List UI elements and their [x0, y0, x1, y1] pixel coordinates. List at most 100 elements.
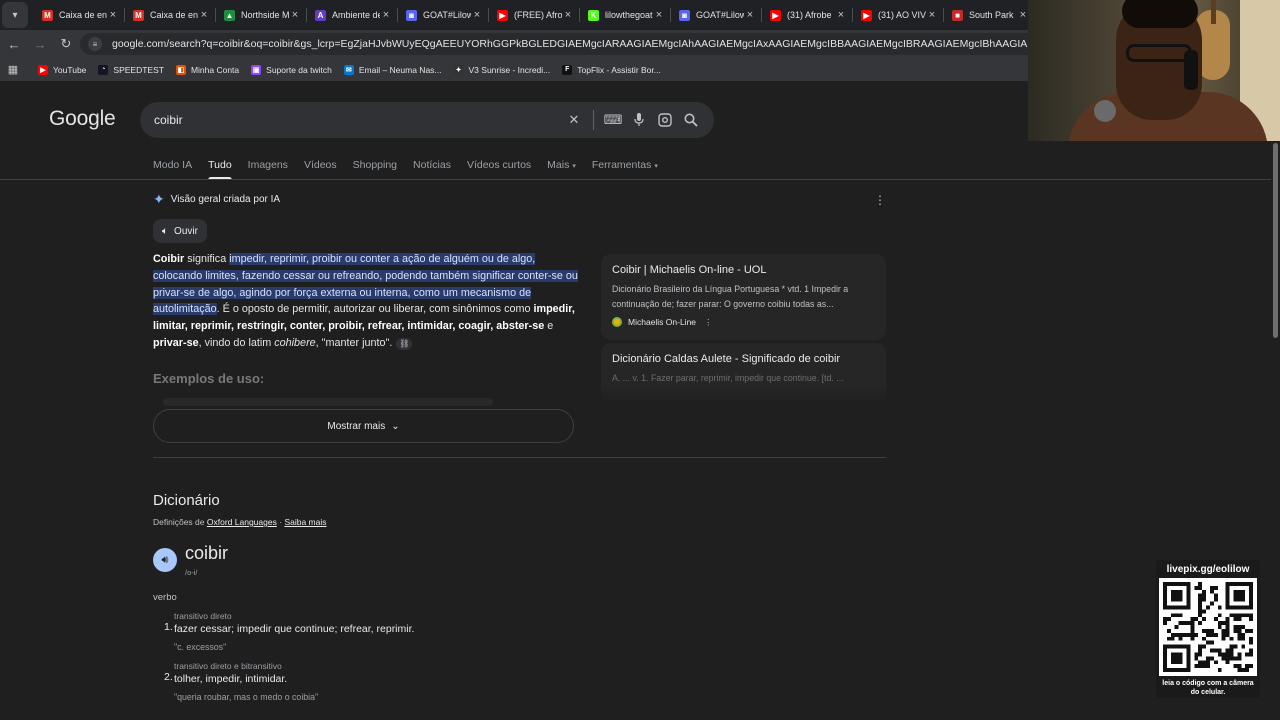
scrollbar-thumb[interactable] [1273, 143, 1278, 338]
search-tab[interactable]: Modo IA [153, 152, 192, 180]
site-info-icon[interactable]: ≡ [88, 37, 102, 51]
pronunciation-speaker-icon[interactable]: 🔊︎ [153, 548, 177, 572]
microphone-icon[interactable] [626, 102, 652, 138]
source-card[interactable]: Coibir | Michaelis On-line - UOL Dicioná… [601, 254, 886, 340]
close-tab-icon[interactable]: × [471, 9, 483, 21]
search-box-divider [593, 110, 594, 130]
definition-example: "c. excessos" [174, 642, 227, 652]
topflix-icon: F [562, 64, 573, 75]
source-separator: · [279, 517, 283, 527]
tab-title: GOAT#Lilow [423, 10, 471, 20]
search-tab[interactable]: Mais ▾ [547, 152, 576, 180]
close-tab-icon[interactable]: × [744, 9, 756, 21]
apps-grid-icon[interactable]: ▦ [0, 60, 26, 80]
close-tab-icon[interactable]: × [289, 9, 301, 21]
search-tab[interactable]: Vídeos [304, 152, 337, 180]
dropdown-caret-icon: ▾ [572, 163, 576, 170]
more-options-icon[interactable]: ⋮ [704, 317, 713, 328]
tab-title: Caixa de entrada [150, 10, 198, 20]
bookmark-label: V3 Sunrise - Incredi... [468, 64, 551, 75]
close-tab-icon[interactable]: × [653, 9, 665, 21]
bookmark-item[interactable]: F TopFlix - Assistir Bor... [556, 60, 667, 80]
close-tab-icon[interactable]: × [380, 9, 392, 21]
tab-title: GOAT#Lilow [696, 10, 744, 20]
part-of-speech: verbo [153, 592, 177, 603]
youtube-icon: ▶ [497, 9, 508, 21]
qr-url: livepix.gg/eolilow [1166, 564, 1250, 575]
bookmark-item[interactable]: ◧ Minha Conta [170, 60, 245, 80]
back-button[interactable]: ← [2, 32, 26, 56]
michaelis-favicon-icon [612, 317, 622, 328]
browser-tab[interactable]: ◙ GOAT#Lilow × [398, 0, 489, 30]
clear-icon[interactable]: ✕ [561, 102, 587, 138]
search-tab[interactable]: Imagens [248, 152, 288, 180]
browser-tab[interactable]: ▶ (FREE) Afro × [489, 0, 580, 30]
reload-button[interactable]: ↻ [54, 32, 78, 56]
ai-text-part: , vindo do latim [198, 336, 275, 349]
discord-icon: ◙ [406, 9, 417, 21]
search-tab[interactable]: Ferramentas ▾ [592, 152, 658, 180]
flag-icon: ■ [952, 9, 963, 21]
ai-text-part: significa [184, 253, 230, 265]
source-title[interactable]: Dicionário Caldas Aulete - Significado d… [612, 353, 875, 365]
show-more-button[interactable]: Mostrar mais ⌄ [153, 409, 574, 443]
keyboard-icon[interactable]: ⌨ [600, 102, 626, 138]
bookmark-item[interactable]: ✉ Email – Neuma Nas... [338, 60, 448, 80]
browser-tab[interactable]: ▲ Northside Music× [216, 0, 307, 30]
account-icon: ◧ [175, 64, 186, 75]
browser-tab[interactable]: ▶ (31) Afrobe × [762, 0, 853, 30]
listen-button[interactable]: 🔈︎ Ouvir [153, 219, 207, 243]
close-tab-icon[interactable]: × [198, 9, 210, 21]
dropdown-caret-icon: ▾ [654, 163, 658, 170]
search-tab[interactable]: Tudo [208, 152, 232, 180]
definition-number: 2. [164, 671, 173, 683]
examples-heading: Exemplos de uso: [153, 371, 265, 386]
search-box[interactable]: coibir ✕ ⌨ [140, 102, 714, 138]
youtube-icon: ▶ [770, 9, 781, 21]
page-scrollbar[interactable] [1271, 83, 1280, 720]
tab-search-dropdown[interactable]: ▾ [2, 2, 28, 28]
search-icon[interactable] [678, 102, 704, 138]
lens-camera-icon[interactable] [652, 102, 678, 138]
bookmark-item[interactable]: ✦ V3 Sunrise - Incredi... [448, 60, 557, 80]
bookmark-label: Minha Conta [190, 64, 240, 75]
search-tab-label: Ferramentas [591, 159, 652, 171]
source-title[interactable]: Coibir | Michaelis On-line - UOL [612, 264, 875, 276]
oxford-languages-link[interactable]: Oxford Languages [207, 517, 277, 527]
browser-tab[interactable]: A Ambiente de × [307, 0, 398, 30]
browser-tab[interactable]: M Caixa de entrada× [34, 0, 125, 30]
search-tab[interactable]: Vídeos curtos [467, 152, 531, 180]
tab-list: MCaixa de entrada×MCaixa de entrada×▲Nor… [34, 0, 1035, 30]
close-tab-icon[interactable]: × [926, 9, 938, 21]
speaker-icon: 🔈︎ [162, 225, 169, 237]
bookmark-item[interactable]: ▣ Suporte da twitch [245, 60, 338, 80]
search-tab[interactable]: Shopping [353, 152, 397, 180]
definition-text: tolher, impedir, intimidar. [174, 673, 288, 685]
bookmark-item[interactable]: ▶ YouTube [32, 60, 92, 80]
address-bar[interactable]: ≡ google.com/search?q=coibir&oq=coibir&g… [80, 33, 1040, 55]
search-tab[interactable]: Notícias [413, 152, 451, 180]
browser-tab[interactable]: ▶ (31) AO VIVO× [853, 0, 944, 30]
close-tab-icon[interactable]: × [835, 9, 847, 21]
forward-button[interactable]: → [28, 32, 52, 56]
browser-tab[interactable]: ◙ GOAT#Lilow × [671, 0, 762, 30]
close-tab-icon[interactable]: × [107, 9, 119, 21]
chevron-down-icon: ⌄ [391, 420, 400, 432]
ai-latin-term: cohibere [274, 336, 316, 349]
learn-more-link[interactable]: Saiba mais [284, 517, 326, 527]
more-options-icon[interactable]: ⋮ [874, 193, 886, 207]
bookmark-item[interactable]: ◔ SPEEDTEST [92, 60, 170, 80]
speedtest-icon: ◔ [98, 64, 109, 75]
google-logo[interactable]: Google [49, 107, 116, 131]
source-card[interactable]: Dicionário Caldas Aulete - Significado d… [601, 343, 886, 403]
source-site: Michaelis On-Line [628, 317, 697, 328]
close-tab-icon[interactable]: × [562, 9, 574, 21]
examples-faded-content [163, 398, 493, 406]
headphone-image [1184, 50, 1198, 90]
link-icon[interactable]: ⛓ [396, 337, 413, 350]
search-tab-label: Tudo [208, 159, 232, 171]
browser-tab[interactable]: ■ South Park × [944, 0, 1035, 30]
browser-tab[interactable]: Klilowthegoat × [580, 0, 671, 30]
search-input[interactable]: coibir [154, 113, 183, 127]
browser-tab[interactable]: M Caixa de entrada× [125, 0, 216, 30]
